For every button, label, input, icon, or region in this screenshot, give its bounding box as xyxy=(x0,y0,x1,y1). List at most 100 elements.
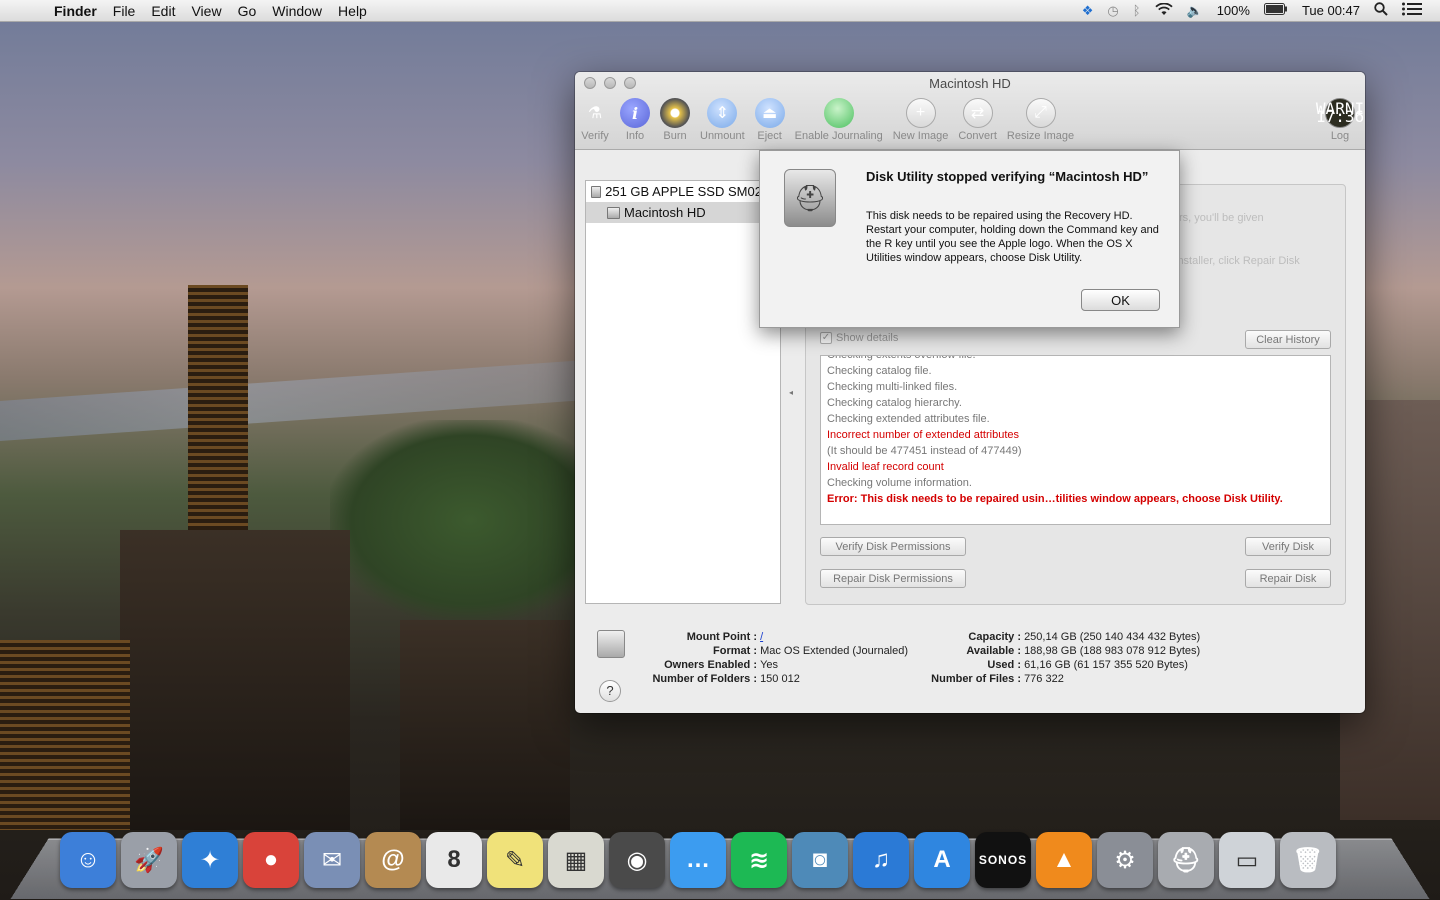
desktop-wallpaper-building xyxy=(400,620,570,830)
eject-icon: ⏏ xyxy=(754,98,785,128)
owners-value: Yes xyxy=(760,659,779,671)
mail-stamp-icon[interactable]: ✉ xyxy=(304,832,360,888)
notification-center-icon[interactable] xyxy=(1402,2,1422,19)
finder-icon[interactable]: ☺ xyxy=(60,832,116,888)
microscope-icon: ⚗ xyxy=(587,105,603,122)
toolbar-label: Eject xyxy=(757,130,782,142)
used-value: 61,16 GB (61 157 355 520 Bytes) xyxy=(1024,659,1188,671)
toolbar-new-image-button[interactable]: + New Image xyxy=(888,98,954,148)
stickies-icon[interactable]: ✎ xyxy=(487,832,543,888)
toolbar-label: New Image xyxy=(892,130,949,142)
battery-percent[interactable]: 100% xyxy=(1217,3,1250,18)
contacts-icon[interactable]: @ xyxy=(365,832,421,888)
menu-help[interactable]: Help xyxy=(330,3,375,19)
toolbar-convert-button[interactable]: ⇄ Convert xyxy=(953,98,1002,148)
spotlight-search-icon[interactable] xyxy=(1374,2,1388,19)
ok-button[interactable]: OK xyxy=(1081,289,1160,311)
toolbar-label: Info xyxy=(625,130,645,142)
wifi-icon[interactable] xyxy=(1154,2,1173,19)
split-view-handle[interactable]: ◂ xyxy=(789,388,793,397)
menu-view[interactable]: View xyxy=(183,3,229,19)
battery-icon[interactable] xyxy=(1263,3,1288,18)
format-label: Format : xyxy=(713,645,757,657)
preview-icon[interactable]: ▦ xyxy=(548,832,604,888)
disk-utility-icon[interactable]: ⛑ xyxy=(1158,832,1214,888)
verify-disk-permissions-button[interactable]: Verify Disk Permissions xyxy=(820,537,966,556)
toolbar-burn-button[interactable]: Burn xyxy=(655,98,695,148)
facetime-icon[interactable]: ◉ xyxy=(609,832,665,888)
show-details-checkbox[interactable]: ✓ Show details xyxy=(820,332,898,344)
capacity-row: Capacity : 250,14 GB (250 140 434 432 By… xyxy=(905,630,1200,644)
log-line: Checking extents overflow file. xyxy=(827,355,976,361)
app-store-icon[interactable]: A xyxy=(914,832,970,888)
launchpad-icon[interactable]: 🚀 xyxy=(121,832,177,888)
repair-disk-permissions-button[interactable]: Repair Disk Permissions xyxy=(820,569,966,588)
menu-clock[interactable]: Tue 00:47 xyxy=(1302,3,1360,18)
window-titlebar[interactable]: Macintosh HD ⚗ Verify i Info Burn ⇕ Unmo… xyxy=(575,72,1365,150)
burn-icon xyxy=(660,98,690,128)
owners-row: Owners Enabled : Yes xyxy=(625,658,778,672)
toolbar-info-button[interactable]: i Info xyxy=(615,98,655,148)
toolbar-label: Burn xyxy=(663,130,687,142)
dock: ☺ 🚀 ✦ ● ✉ @8 ✎ ▦ ◉… ≋ ◙ ♫ A SONOS ▲ ⚙ ⛑ ▭ 🗑 xyxy=(60,824,1336,888)
menu-bar: Finder File Edit View Go Window Help ❖ ◷… xyxy=(0,0,1440,22)
folders-label: Number of Folders : xyxy=(652,673,757,685)
vlc-icon[interactable]: ▲ xyxy=(1036,832,1092,888)
hard-disk-icon xyxy=(591,185,602,198)
log-line: Checking extended attributes file. xyxy=(827,413,990,425)
desktop-wallpaper-building xyxy=(0,640,130,830)
clear-history-button[interactable]: Clear History xyxy=(1245,330,1331,349)
checkbox-checked-icon: ✓ xyxy=(820,332,832,344)
downloads-stack-icon[interactable]: ▭ xyxy=(1219,832,1275,888)
toolbar-label: Unmount xyxy=(700,130,745,142)
menu-edit[interactable]: Edit xyxy=(143,3,183,19)
toolbar-label: Verify xyxy=(581,130,609,142)
menu-go[interactable]: Go xyxy=(230,3,265,19)
iphoto-icon[interactable]: ◙ xyxy=(792,832,848,888)
files-value: 776 322 xyxy=(1024,673,1064,685)
calendar-icon[interactable]: 8 xyxy=(426,832,482,888)
menu-window[interactable]: Window xyxy=(264,3,330,19)
log-line: Checking multi-linked files. xyxy=(827,381,958,393)
itunes-icon[interactable]: ♫ xyxy=(853,832,909,888)
toolbar-eject-button[interactable]: ⏏ Eject xyxy=(750,98,790,148)
dropbox-icon[interactable]: ❖ xyxy=(1082,3,1094,19)
time-machine-icon[interactable]: ◷ xyxy=(1107,3,1118,19)
sidebar-item-label: 251 GB APPLE SSD SM025... xyxy=(605,184,780,199)
mount-point-link[interactable]: / xyxy=(760,630,763,644)
messages-icon[interactable]: … xyxy=(670,832,726,888)
verification-log[interactable]: Checking extents overflow file. Checking… xyxy=(820,355,1331,525)
sidebar-item-physical-disk[interactable]: 251 GB APPLE SSD SM025... xyxy=(586,181,780,202)
volume-icon[interactable]: 🔈 xyxy=(1187,3,1203,19)
unmount-icon: ⇕ xyxy=(707,98,738,128)
toolbar-log-button[interactable]: WARNI 17:36 Log xyxy=(1315,98,1365,148)
faded-info-text: installer, click Repair Disk xyxy=(1175,255,1300,267)
help-button[interactable]: ? xyxy=(599,680,621,702)
spotify-icon[interactable]: ≋ xyxy=(731,832,787,888)
sidebar-item-label: Macintosh HD xyxy=(624,205,706,220)
verify-disk-button[interactable]: Verify Disk xyxy=(1245,537,1331,556)
trash-icon[interactable]: 🗑 xyxy=(1280,832,1336,888)
sonos-icon[interactable]: SONOS xyxy=(975,832,1031,888)
toolbar-verify-button[interactable]: ⚗ Verify xyxy=(575,98,615,148)
bluetooth-icon[interactable]: ᛒ xyxy=(1133,3,1141,18)
toolbar-resize-image-button[interactable]: ⤢ Resize Image xyxy=(1002,98,1079,148)
hard-disk-icon xyxy=(597,630,625,658)
disk-utility-icon: ⛑ xyxy=(784,169,836,227)
repair-disk-button[interactable]: Repair Disk xyxy=(1245,569,1331,588)
menu-file[interactable]: File xyxy=(105,3,144,19)
log-console-icon: WARNI 17:36 xyxy=(1315,98,1365,128)
show-details-label: Show details xyxy=(836,332,899,344)
safari-icon[interactable]: ✦ xyxy=(182,832,238,888)
capacity-value: 250,14 GB (250 140 434 432 Bytes) xyxy=(1024,631,1201,643)
desktop-wallpaper-tower xyxy=(188,285,248,545)
alert-message: This disk needs to be repaired using the… xyxy=(866,210,1159,264)
resize-image-icon: ⤢ xyxy=(1025,98,1056,128)
menu-app-finder[interactable]: Finder xyxy=(54,3,105,19)
toolbar-enable-journaling-button[interactable]: Enable Journaling xyxy=(790,98,888,148)
chrome-icon[interactable]: ● xyxy=(243,832,299,888)
used-label: Used : xyxy=(987,659,1021,671)
toolbar-unmount-button[interactable]: ⇕ Unmount xyxy=(695,98,750,148)
sidebar-item-macintosh-hd[interactable]: Macintosh HD xyxy=(586,202,780,223)
system-preferences-icon[interactable]: ⚙ xyxy=(1097,832,1153,888)
